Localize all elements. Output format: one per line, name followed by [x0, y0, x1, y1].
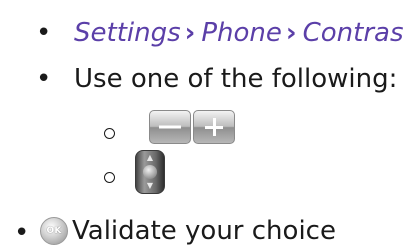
- nav-up-arrow-icon: ▲: [146, 153, 154, 162]
- path-item-contrast: Contrast: [302, 18, 404, 48]
- nav-down-arrow-icon: ▼: [146, 181, 154, 190]
- minus-icon: [159, 125, 181, 129]
- clipped-heading: [120, 0, 320, 2]
- plus-key: [193, 110, 235, 144]
- bullet: •: [36, 18, 52, 48]
- minus-key: [149, 110, 191, 144]
- navigation-key: ▲ ▼: [135, 150, 165, 194]
- bullet: •: [14, 218, 30, 248]
- ok-button-icon: OK: [40, 217, 68, 245]
- instruction-text: Use one of the following:: [74, 64, 398, 94]
- bullet: •: [36, 64, 52, 94]
- path-item-settings: Settings: [74, 18, 181, 48]
- path-separator: ›: [184, 18, 196, 48]
- nav-center-icon: [143, 165, 157, 179]
- path-separator: ›: [285, 18, 297, 48]
- validate-text: Validate your choice: [72, 216, 336, 246]
- sub-bullet: [104, 172, 115, 183]
- ok-label: OK: [46, 226, 62, 236]
- menu-path: Settings › Phone › Contrast: [74, 18, 404, 48]
- path-item-phone: Phone: [201, 18, 282, 48]
- sub-bullet: [104, 128, 115, 139]
